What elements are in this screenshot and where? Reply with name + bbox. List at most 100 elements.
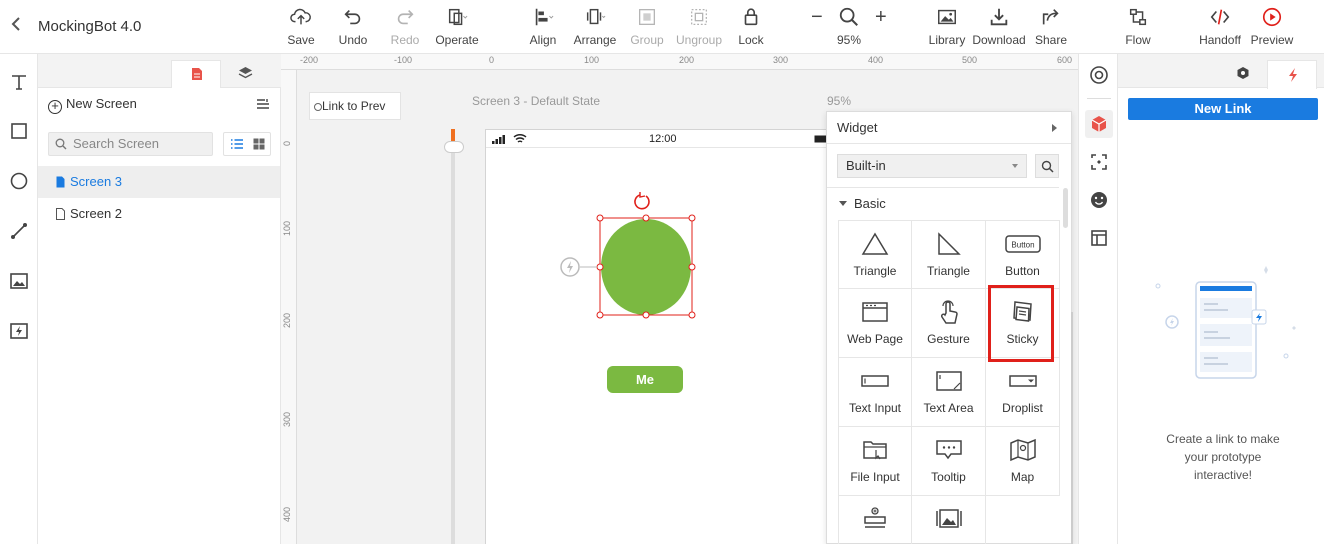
operate-icon <box>448 8 468 26</box>
target-icon[interactable] <box>1089 65 1109 85</box>
me-button[interactable]: Me <box>607 366 683 393</box>
ruler-tick: -200 <box>300 55 319 65</box>
list-view-icon[interactable] <box>230 138 244 150</box>
screen-item-label: Screen 2 <box>70 206 123 221</box>
tab-interaction[interactable] <box>1267 60 1317 89</box>
caret-right-icon <box>1052 124 1057 132</box>
widget-image-gallery[interactable] <box>912 496 986 544</box>
line-tool-icon[interactable] <box>9 221 29 241</box>
help-line: your prototype <box>1184 450 1262 464</box>
widget-web-page[interactable]: Web Page <box>838 289 912 358</box>
widget-text-input[interactable]: Text Input <box>838 358 912 427</box>
right-tool-sidebar <box>1078 54 1118 544</box>
widget-file-input[interactable]: File Input <box>838 427 912 496</box>
text-input-icon <box>861 375 889 387</box>
view-toggle[interactable] <box>223 132 271 156</box>
undo-icon <box>344 9 361 25</box>
widget-scrollbar-track <box>1071 312 1073 544</box>
state-timeline-track[interactable] <box>451 129 455 544</box>
widget-label: Gesture <box>927 332 970 346</box>
ruler-tick: 200 <box>679 55 695 65</box>
group-icon <box>639 9 655 25</box>
cloud-upload-icon <box>290 8 311 25</box>
selected-circle-shape[interactable] <box>556 192 696 322</box>
widgets-tab-active[interactable] <box>1085 110 1113 138</box>
widget-image-upload[interactable] <box>838 496 912 544</box>
widget-panel-header[interactable]: Widget <box>827 112 1071 144</box>
ruler-tick: 100 <box>584 55 600 65</box>
widget-label: Droplist <box>1002 401 1043 415</box>
back-icon[interactable] <box>10 16 26 36</box>
ruler-tick: 0 <box>282 140 292 146</box>
lightning-icon <box>1289 68 1297 82</box>
flow-button[interactable]: Flow <box>1107 6 1169 50</box>
tab-layers[interactable] <box>221 60 271 88</box>
template-icon[interactable] <box>1089 228 1109 248</box>
image-tool-icon[interactable] <box>9 271 29 291</box>
circle-tool-icon[interactable] <box>9 171 29 191</box>
help-line: interactive! <box>1193 468 1253 482</box>
widget-map[interactable]: Map <box>986 427 1060 496</box>
flow-icon <box>1129 8 1147 26</box>
tool-sidebar <box>0 54 38 544</box>
state-timeline-handle[interactable] <box>444 141 464 153</box>
plus-circle-icon: + <box>48 99 62 114</box>
zoom-level: 95% <box>836 33 862 47</box>
share-button[interactable]: Share <box>1020 6 1082 50</box>
new-link-button[interactable]: New Link <box>1128 98 1318 120</box>
screen-item-screen-3[interactable]: Screen 3 <box>38 166 280 198</box>
widget-source-select[interactable]: Built-in <box>837 154 1027 178</box>
widget-search-button[interactable] <box>1035 154 1059 178</box>
widget-tooltip[interactable]: Tooltip <box>912 427 986 496</box>
ruler-tick: 600 <box>1057 55 1073 65</box>
divider <box>1087 98 1111 99</box>
arrange-icon <box>586 8 606 25</box>
widget-button[interactable]: Button Button <box>986 220 1060 289</box>
ruler-tick: 500 <box>962 55 978 65</box>
widget-label: Web Page <box>847 332 903 346</box>
new-screen-button[interactable]: + New Screen <box>48 96 137 114</box>
empty-state-illustration <box>1155 266 1296 379</box>
layers-icon <box>238 67 253 79</box>
widget-gesture[interactable]: Gesture <box>912 289 986 358</box>
droplist-icon <box>1008 375 1037 387</box>
widget-grid: Triangle Triangle Button Button Web Page… <box>838 220 1060 544</box>
component-icon[interactable] <box>1089 152 1109 172</box>
ruler-tick: 200 <box>282 312 292 328</box>
tab-pages[interactable] <box>171 60 221 88</box>
hotspot-tool-icon[interactable] <box>9 321 29 341</box>
flow-label: Flow <box>1125 33 1151 47</box>
screen-item-label: Screen 3 <box>70 174 123 189</box>
operate-button[interactable]: Operate <box>426 6 488 50</box>
lock-button[interactable]: Lock <box>720 6 782 50</box>
ruler-tick: 0 <box>489 55 495 65</box>
widget-scrollbar[interactable] <box>1063 188 1068 228</box>
widget-text-area[interactable]: Text Area <box>912 358 986 427</box>
widget-droplist[interactable]: Droplist <box>986 358 1060 427</box>
zoom-control[interactable]: 95% <box>818 6 880 50</box>
rectangle-tool-icon[interactable] <box>9 121 29 141</box>
settings-hex-icon[interactable] <box>1236 66 1250 80</box>
divider <box>827 187 1059 188</box>
search-screen-input[interactable]: Search Screen <box>48 132 213 156</box>
link-to-prev-button[interactable]: Link to Prev <box>309 92 401 120</box>
widget-triangle[interactable]: Triangle <box>838 220 912 289</box>
text-tool-icon[interactable] <box>9 72 29 92</box>
widget-label: Tooltip <box>931 470 966 484</box>
download-icon <box>990 8 1008 26</box>
zoom-in-button[interactable]: + <box>875 6 887 29</box>
sort-icon[interactable] <box>256 98 270 110</box>
grid-view-icon[interactable] <box>253 138 265 150</box>
screen-item-screen-2[interactable]: Screen 2 <box>38 198 280 230</box>
ruler-tick: 100 <box>282 220 292 236</box>
widget-label: Text Input <box>848 401 902 415</box>
preview-button[interactable]: Preview <box>1241 6 1303 50</box>
code-icon <box>1210 9 1230 25</box>
lock-icon <box>744 8 758 26</box>
widget-right-triangle[interactable]: Triangle <box>912 220 986 289</box>
signal-icon <box>492 135 505 144</box>
document-icon <box>56 208 65 220</box>
emoji-icon[interactable] <box>1089 190 1109 210</box>
widget-label: Button <box>1005 264 1040 278</box>
section-basic[interactable]: Basic <box>839 196 886 211</box>
